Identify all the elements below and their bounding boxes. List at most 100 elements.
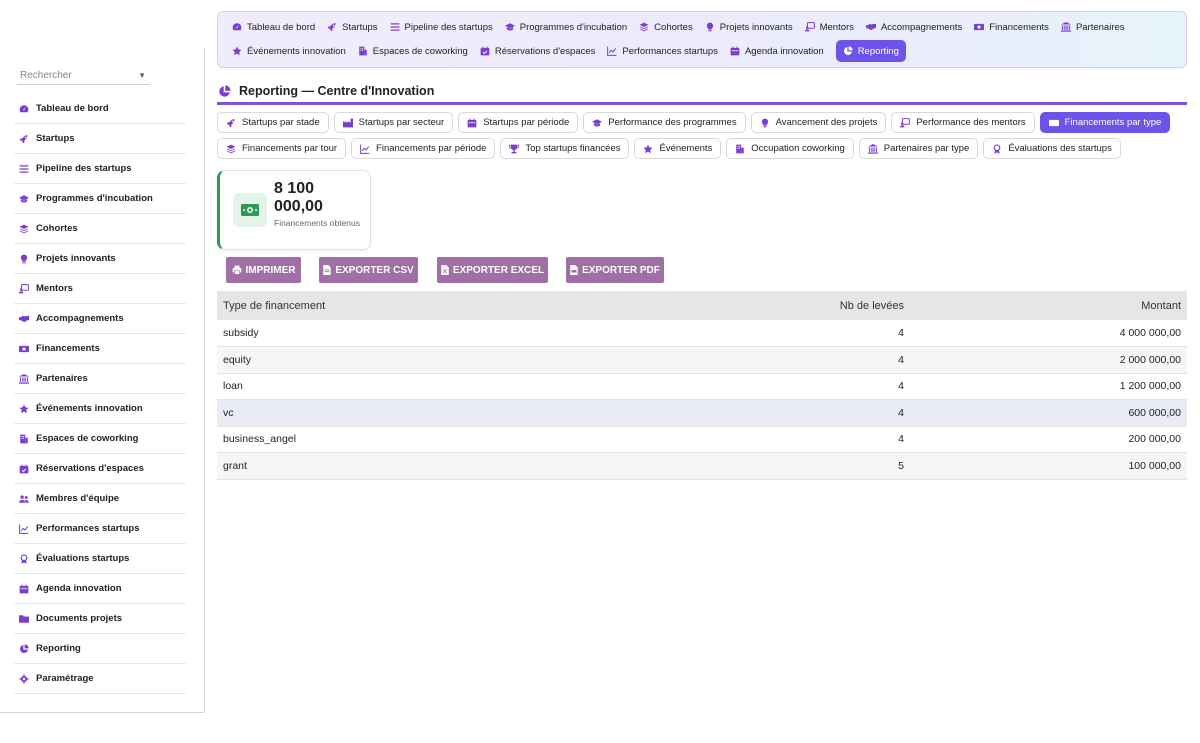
nav-item-agenda-innovation[interactable]: Agenda innovation xyxy=(724,40,830,62)
sidebar-item-tableau-de-bord[interactable]: Tableau de bord xyxy=(14,94,186,124)
nav-item-mentors[interactable]: Mentors xyxy=(799,16,860,38)
sidebar-item-reservations-d-espaces[interactable]: Réservations d'espaces xyxy=(14,454,186,484)
table-row: loan 4 1 200 000,00 xyxy=(217,373,1187,400)
print-button[interactable]: IMPRIMER xyxy=(226,257,301,283)
nav-item-projets-innovants[interactable]: Projets innovants xyxy=(699,16,799,38)
sidebar-item-evenements-innovation[interactable]: Événements innovation xyxy=(14,394,186,424)
cell-count: 4 xyxy=(667,373,910,400)
sidebar-item-financements[interactable]: Financements xyxy=(14,334,186,364)
sidebar-item-projets-innovants[interactable]: Projets innovants xyxy=(14,244,186,274)
sidebar-item-label: Paramétrage xyxy=(36,673,94,684)
nav-item-pipeline-des-startups[interactable]: Pipeline des startups xyxy=(384,16,499,38)
gear-icon xyxy=(19,673,29,684)
export-pdf-button[interactable]: EXPORTER PDF xyxy=(566,257,664,283)
sidebar-item-mentors[interactable]: Mentors xyxy=(14,274,186,304)
lightbulb-icon xyxy=(705,22,715,32)
sidebar-item-label: Documents projets xyxy=(36,613,123,624)
table-header-row: Type de financement Nb de levées Montant xyxy=(217,291,1187,320)
export-csv-button[interactable]: EXPORTER CSV xyxy=(319,257,418,283)
tab-startups-par-secteur[interactable]: Startups par secteur xyxy=(333,112,454,133)
tab-performance-des-mentors[interactable]: Performance des mentors xyxy=(891,112,1035,133)
sidebar-item-accompagnements[interactable]: Accompagnements xyxy=(14,304,186,334)
nav-item-reporting[interactable]: Reporting xyxy=(835,40,906,62)
tab-top-startups-financees[interactable]: Top startups financées xyxy=(500,138,630,159)
nav-item-reservations-d-espaces[interactable]: Réservations d'espaces xyxy=(474,40,602,62)
tab-evaluations-des-startups[interactable]: Évaluations des startups xyxy=(983,138,1121,159)
nav-item-evenements-innovation[interactable]: Événements innovation xyxy=(226,40,352,62)
column-header-count[interactable]: Nb de levées xyxy=(667,291,910,320)
cell-amount: 100 000,00 xyxy=(910,452,1187,480)
chart-pie-icon xyxy=(218,84,231,98)
nav-item-label: Mentors xyxy=(819,21,854,33)
export-pdf-label: EXPORTER PDF xyxy=(582,264,660,276)
money-bill-icon xyxy=(974,22,985,32)
nav-item-accompagnements[interactable]: Accompagnements xyxy=(860,16,968,38)
nav-item-label: Financements xyxy=(989,21,1049,33)
tab-label: Startups par secteur xyxy=(358,117,445,128)
sidebar-item-membres-d-equipe[interactable]: Membres d'équipe xyxy=(14,484,186,514)
sidebar-item-startups[interactable]: Startups xyxy=(14,124,186,154)
cell-type: subsidy xyxy=(217,320,667,347)
chart-line-icon xyxy=(607,46,617,56)
search-select[interactable]: Rechercher ▼ xyxy=(17,67,150,85)
tab-label: Avancement des projets xyxy=(775,117,878,128)
tab-financements-par-periode[interactable]: Financements par période xyxy=(351,138,496,159)
tab-label: Performance des mentors xyxy=(916,117,1026,128)
column-header-type[interactable]: Type de financement xyxy=(217,291,667,320)
tab-startups-par-periode[interactable]: Startups par période xyxy=(458,112,579,133)
nav-item-programmes-d-incubation[interactable]: Programmes d'incubation xyxy=(499,16,633,38)
tab-performance-des-programmes[interactable]: Performance des programmes xyxy=(583,112,746,133)
cell-type: equity xyxy=(217,346,667,374)
table-row: business_angel 4 200 000,00 xyxy=(217,426,1187,453)
sidebar-item-cohortes[interactable]: Cohortes xyxy=(14,214,186,244)
star-icon xyxy=(643,144,653,154)
calendar-icon xyxy=(730,46,740,56)
tab-label: Partenaires par type xyxy=(883,143,970,154)
bank-icon xyxy=(867,143,878,154)
sidebar-item-label: Cohortes xyxy=(36,223,78,234)
tab-label: Top startups financées xyxy=(525,143,621,154)
tab-evenements[interactable]: Événements xyxy=(634,138,722,159)
tab-financements-par-tour[interactable]: Financements par tour xyxy=(217,138,347,159)
layers-icon xyxy=(19,224,29,234)
tab-label: Financements par période xyxy=(376,143,487,154)
nav-item-label: Pipeline des startups xyxy=(404,21,493,33)
sidebar-item-programmes-d-incubation[interactable]: Programmes d'incubation xyxy=(14,184,186,214)
tab-startups-par-stade[interactable]: Startups par stade xyxy=(217,112,329,133)
sidebar-item-agenda-innovation[interactable]: Agenda innovation xyxy=(14,574,186,604)
tab-partenaires-par-type[interactable]: Partenaires par type xyxy=(858,138,979,159)
tab-occupation-coworking[interactable]: Occupation coworking xyxy=(726,138,854,159)
cell-type: business_angel xyxy=(217,426,667,453)
folder-icon xyxy=(19,614,29,624)
sidebar-item-espaces-de-coworking[interactable]: Espaces de coworking xyxy=(14,424,186,454)
cell-count: 4 xyxy=(667,320,910,347)
sidebar-item-documents-projets[interactable]: Documents projets xyxy=(14,604,186,634)
star-icon xyxy=(19,404,29,414)
sidebar-item-evaluations-startups[interactable]: Évaluations startups xyxy=(14,544,186,574)
nav-item-financements[interactable]: Financements xyxy=(968,16,1055,38)
tab-avancement-des-projets[interactable]: Avancement des projets xyxy=(750,112,887,133)
sidebar-item-parametrage[interactable]: Paramétrage xyxy=(14,664,186,694)
sidebar-item-performances-startups[interactable]: Performances startups xyxy=(14,514,186,544)
sidebar-item-partenaires[interactable]: Partenaires xyxy=(14,364,186,394)
cell-count: 5 xyxy=(667,452,910,480)
export-excel-button[interactable]: EXPORTER EXCEL xyxy=(437,257,548,283)
nav-item-performances-startups[interactable]: Performances startups xyxy=(601,40,724,62)
chart-pie-icon xyxy=(19,643,29,654)
trophy-icon xyxy=(509,144,520,154)
tab-financements-par-type[interactable]: Financements par type xyxy=(1039,112,1171,133)
chart-line-icon xyxy=(360,144,370,154)
column-header-amount[interactable]: Montant xyxy=(910,291,1187,320)
sidebar-item-pipeline-des-startups[interactable]: Pipeline des startups xyxy=(14,154,186,184)
nav-item-cohortes[interactable]: Cohortes xyxy=(633,16,699,38)
sidebar-item-reporting[interactable]: Reporting xyxy=(14,634,186,664)
sidebar-item-label: Startups xyxy=(36,133,75,144)
cell-count: 4 xyxy=(667,399,910,427)
tab-label: Évaluations des startups xyxy=(1008,143,1112,154)
nav-item-espaces-de-coworking[interactable]: Espaces de coworking xyxy=(352,40,474,62)
award-icon xyxy=(19,553,29,564)
sidebar-item-label: Réservations d'espaces xyxy=(36,463,144,474)
nav-item-tableau-de-bord[interactable]: Tableau de bord xyxy=(226,16,321,38)
nav-item-partenaires[interactable]: Partenaires xyxy=(1055,16,1131,38)
nav-item-startups[interactable]: Startups xyxy=(321,16,383,38)
